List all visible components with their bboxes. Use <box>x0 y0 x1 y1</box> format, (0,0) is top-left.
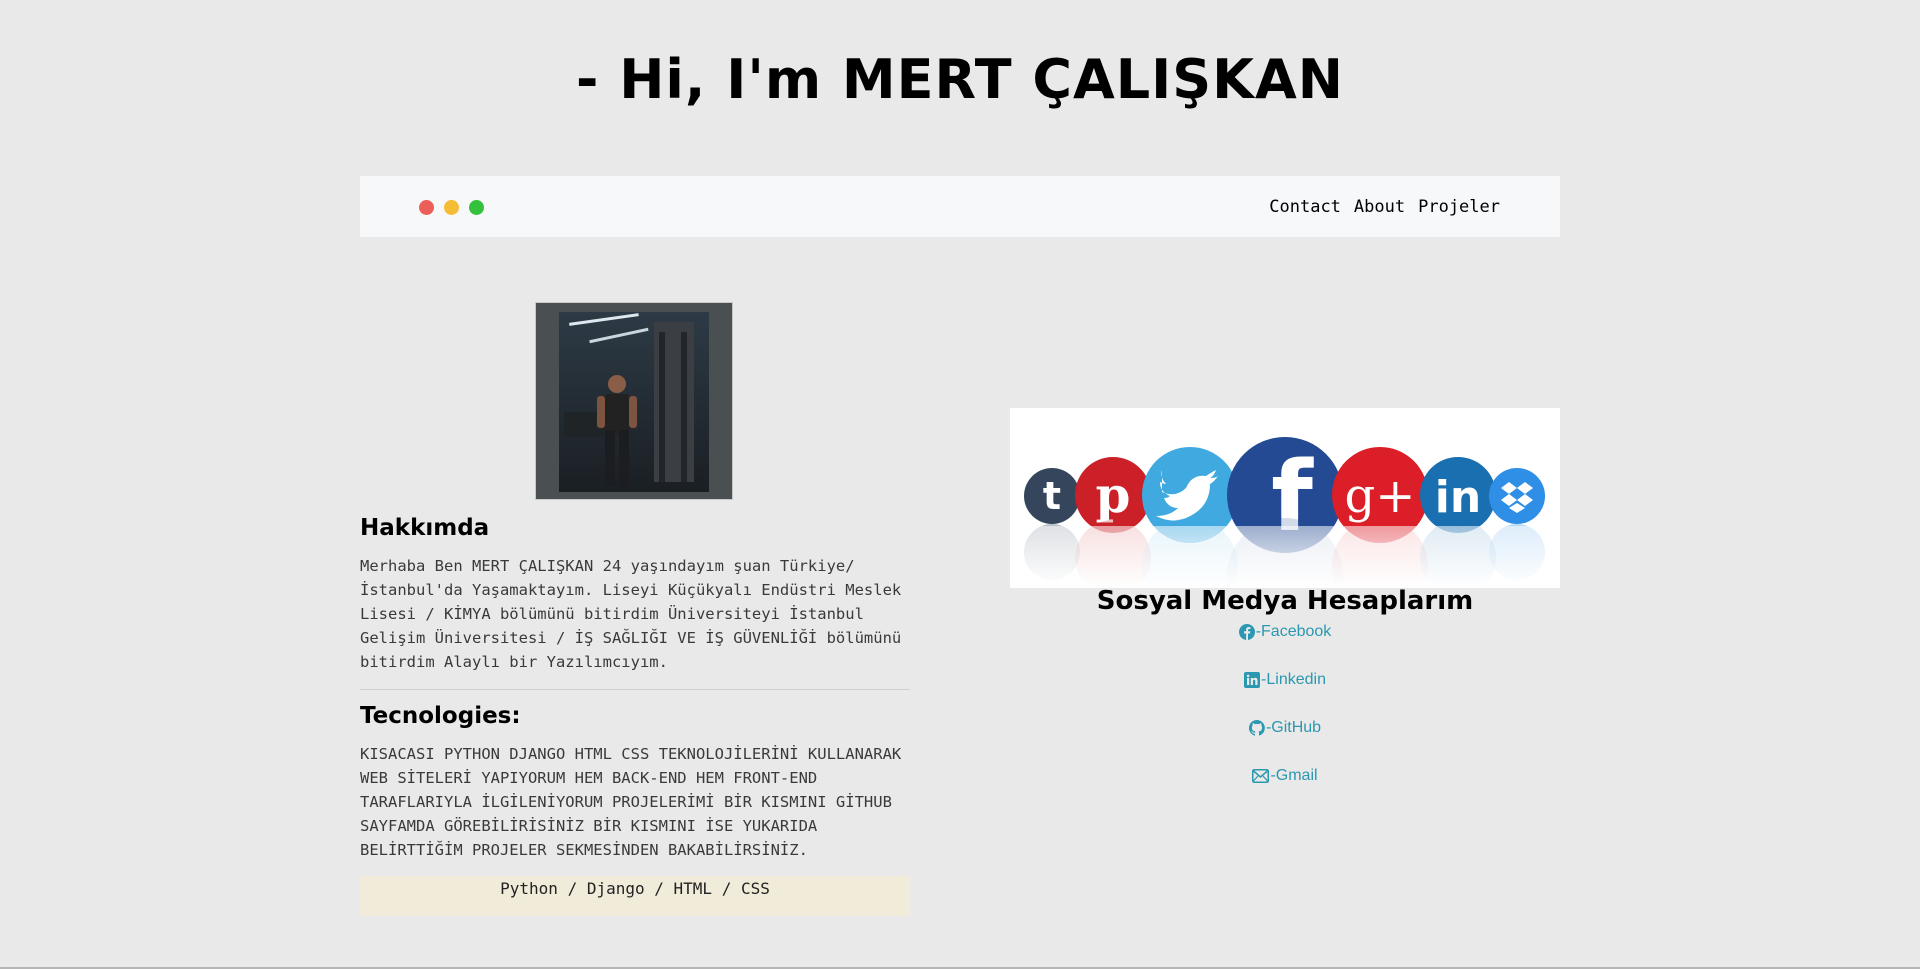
github-icon <box>1248 720 1265 736</box>
facebook-icon <box>1238 624 1255 640</box>
social-banner-image: t p f g+ in <box>1010 437 1560 588</box>
linkedin-link-label: -Linkedin <box>1261 671 1326 688</box>
facebook-link[interactable]: -Facebook <box>1010 620 1560 644</box>
window-close-dot[interactable] <box>419 200 434 215</box>
social-media-banner: t p f g+ in <box>1010 408 1560 588</box>
page-title: - Hi, I'm MERT ÇALIŞKAN <box>576 48 1344 111</box>
social-heading: Sosyal Medya Hesaplarım <box>1096 586 1474 616</box>
svg-text:g+: g+ <box>1345 468 1416 524</box>
linkedin-link[interactable]: -Linkedin <box>1010 668 1560 692</box>
section-divider <box>360 689 910 690</box>
svg-text:t: t <box>1043 474 1061 518</box>
github-link-label: -GitHub <box>1265 719 1322 736</box>
about-heading: Hakkımda <box>360 515 490 541</box>
tech-stack-bar: Python / Django / HTML / CSS <box>360 876 910 916</box>
linkedin-icon <box>1244 672 1261 688</box>
about-text: Merhaba Ben MERT ÇALIŞKAN 24 yaşındayım … <box>360 557 902 671</box>
navbar: Contact About Projeler <box>360 176 1560 237</box>
nav-link-contact[interactable]: Contact <box>1269 197 1341 217</box>
mail-icon <box>1252 769 1270 783</box>
gmail-link-label: -Gmail <box>1270 767 1318 784</box>
tech-text: KISACASI PYTHON DJANGO HTML CSS TEKNOLOJ… <box>360 745 902 859</box>
tech-heading: Tecnologies: <box>360 703 521 729</box>
profile-photo-image <box>559 312 709 492</box>
facebook-link-label: -Facebook <box>1255 623 1332 640</box>
gmail-link[interactable]: -Gmail <box>1010 764 1560 788</box>
svg-text:in: in <box>1435 472 1481 523</box>
github-link[interactable]: -GitHub <box>1010 716 1560 740</box>
window-maximize-dot[interactable] <box>469 200 484 215</box>
nav-links: Contact About Projeler <box>1269 176 1500 237</box>
window-minimize-dot[interactable] <box>444 200 459 215</box>
nav-link-about[interactable]: About <box>1354 197 1405 217</box>
nav-link-projeler[interactable]: Projeler <box>1418 197 1500 217</box>
svg-text:p: p <box>1096 465 1131 524</box>
profile-photo <box>535 302 733 500</box>
social-links: -Facebook -Linkedin -GitHub -Gmail <box>1010 620 1560 812</box>
